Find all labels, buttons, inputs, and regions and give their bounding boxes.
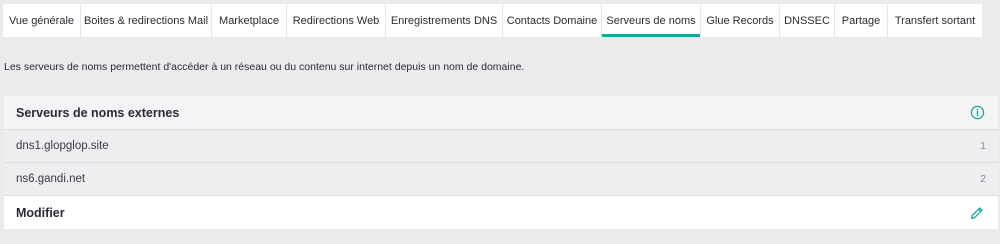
tab-enregistrements-dns[interactable]: Enregistrements DNS (386, 4, 503, 37)
tab-redirections-web[interactable]: Redirections Web (287, 4, 386, 37)
list-item: ns6.gandi.net 2 (4, 163, 998, 196)
info-icon[interactable] (968, 104, 986, 122)
tab-glue-records[interactable]: Glue Records (701, 4, 780, 37)
list-item: dns1.glopglop.site 1 (4, 130, 998, 163)
tab-transfert-sortant[interactable]: Transfert sortant (888, 4, 982, 37)
panel-title: Serveurs de noms externes (16, 105, 180, 120)
nameservers-panel: Serveurs de noms externes dns1.glopglop.… (4, 96, 998, 229)
tab-vue-generale[interactable]: Vue générale (3, 4, 81, 37)
modify-label: Modifier (16, 205, 65, 220)
tab-contacts-domaine[interactable]: Contacts Domaine (503, 4, 602, 37)
tab-marketplace[interactable]: Marketplace (212, 4, 287, 37)
nameserver-name: dns1.glopglop.site (16, 140, 109, 152)
pencil-icon[interactable] (968, 204, 986, 222)
tab-bar: Vue générale Boites & redirections Mail … (3, 4, 982, 37)
modify-button[interactable]: Modifier (4, 196, 998, 229)
nameserver-index: 2 (980, 173, 986, 185)
tab-partage[interactable]: Partage (835, 4, 888, 37)
nameserver-index: 1 (980, 140, 986, 152)
nameserver-name: ns6.gandi.net (16, 173, 86, 185)
tab-boites-redirections-mail[interactable]: Boites & redirections Mail (81, 4, 212, 37)
tab-serveurs-de-noms[interactable]: Serveurs de noms (602, 4, 701, 37)
panel-header: Serveurs de noms externes (4, 96, 998, 130)
page-description: Les serveurs de noms permettent d'accéde… (4, 61, 525, 73)
tab-dnssec[interactable]: DNSSEC (780, 4, 835, 37)
